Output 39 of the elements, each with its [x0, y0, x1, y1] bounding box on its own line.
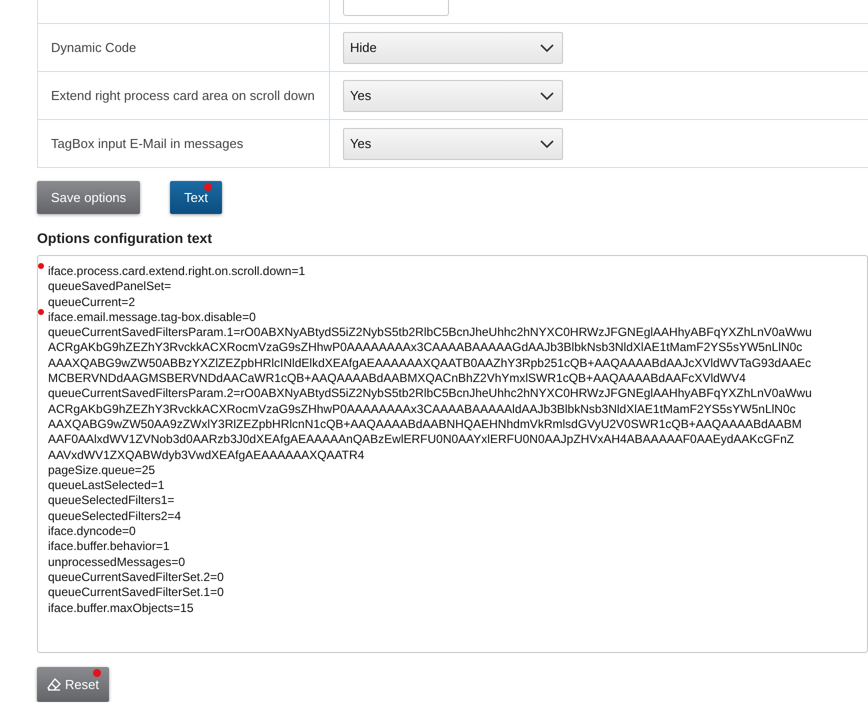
option-select[interactable]: Yes [343, 128, 563, 160]
config-line: ACRgAKbG9hZEZhY3RvckkACXRocmVzaG9sZHhwP0AAAAAAAAx3CAAAABAAAAAGdAAJb3BlbkNsb3NldXlAE1tMamF2YS5sYW5nLlN0c [48, 340, 802, 354]
config-line: iface.buffer.maxObjects=15 [48, 600, 194, 615]
option-label: Dynamic Code [51, 40, 136, 55]
config-line: ACRgAKbG9hZEZhY3RvckkACXRocmVzaG9sZHhwP0AAAAAAAAx3CAAAABAAAAAldAAJb3BlbkNsb3NldXlAE1tMamF2YS5sYW5nLlN0c [48, 402, 796, 416]
config-line: queueCurrentSavedFilterSet.2=0 [48, 570, 224, 584]
config-line: AAVxdWV1ZXQABWdyb3VwdXEAfgAEAAAAAAXQAATR4 [48, 448, 364, 462]
config-line: queueCurrentSavedFilterSet.1=0 [48, 585, 224, 600]
config-line: iface.process.card.extend.right.on.scroll.down=1 [48, 264, 306, 278]
config-line: queueSelectedFilters1= [48, 493, 174, 508]
option-input[interactable] [343, 0, 449, 16]
chevron-down-icon [540, 44, 554, 52]
config-line: queueSavedPanelSet= [48, 279, 172, 294]
config-line: AAXQABG9wZW50AA9zZWxlY3RlZEZpbHRlcnN1cQB+AAQAAAABdAABNHQAEHNhdmVkRmlsdGVyU2V0SWR1cQB+AAQAAAABdAABM [48, 416, 802, 431]
config-line: queueCurrentSavedFiltersParam.1=rO0ABXNyABtydS5iZ2NybS5tb2RlbC5BcnJheUhhc2hNYXC0HRWzJFGNEglAAHhyABFqYXZhLnV0aWwu [48, 325, 812, 340]
option-label: TagBox input E-Mail in messages [51, 136, 244, 151]
config-line: iface.email.message.tag-box.disable=0 [48, 310, 256, 324]
config-text-area[interactable] [37, 255, 868, 653]
config-line: MCBERVNDdAAGMSBERVNDdAACaWR1cQB+AAQAAAABdAABMXQACnBhZ2VhYmxlSWR1cQB+AAQAAAABdAAFcXVldWV4 [48, 371, 746, 386]
reset-button[interactable]: Reset [37, 667, 109, 702]
option-select[interactable]: Hide [343, 32, 563, 64]
config-line: AAF0AAlxdWV1ZVNob3d0AARzb3J0dXEAfgAEAAAAAnQABzEwlERFU0N0AAYxlERFU0N0AAJpZHVxAH4ABAAAAAF0AAEydAAKcGFnZ [48, 432, 794, 446]
config-line: queueCurrentSavedFiltersParam.2=rO0ABXNyABtydS5iZ2NybS5tb2RlbC5BcnJheUhhc2hNYXC0HRWzJFGNEglAAHhyABFqYXZhLnV0aWwu [48, 386, 812, 400]
option-label: Extend right process card area on scroll down [51, 88, 315, 103]
option-select[interactable]: Yes [343, 80, 563, 112]
config-line: pageSize.queue=25 [48, 462, 156, 477]
config-line: queueCurrent=2 [48, 294, 136, 309]
config-line: queueLastSelected=1 [48, 478, 164, 492]
config-line: unprocessedMessages=0 [48, 554, 186, 569]
save-button[interactable]: Save options [37, 181, 140, 214]
section-heading: Options configuration text [37, 230, 213, 246]
chevron-down-icon [540, 92, 554, 100]
config-line: iface.dyncode=0 [48, 524, 136, 538]
chevron-down-icon [540, 140, 554, 148]
eraser-icon [47, 678, 61, 691]
config-line: AAAXQABG9wZW50ABBzYXZlZEZpbHRlcINldElkdXEAfgAEAAAAAAXQAATB0AAZhY3Rpb251cQB+AAQAAAABdAAJcXVldWVTaG93dAAEc [48, 356, 812, 370]
config-line: iface.buffer.behavior=1 [48, 539, 170, 554]
config-line: queueSelectedFilters2=4 [48, 508, 182, 523]
text-button[interactable]: Text [170, 181, 222, 214]
